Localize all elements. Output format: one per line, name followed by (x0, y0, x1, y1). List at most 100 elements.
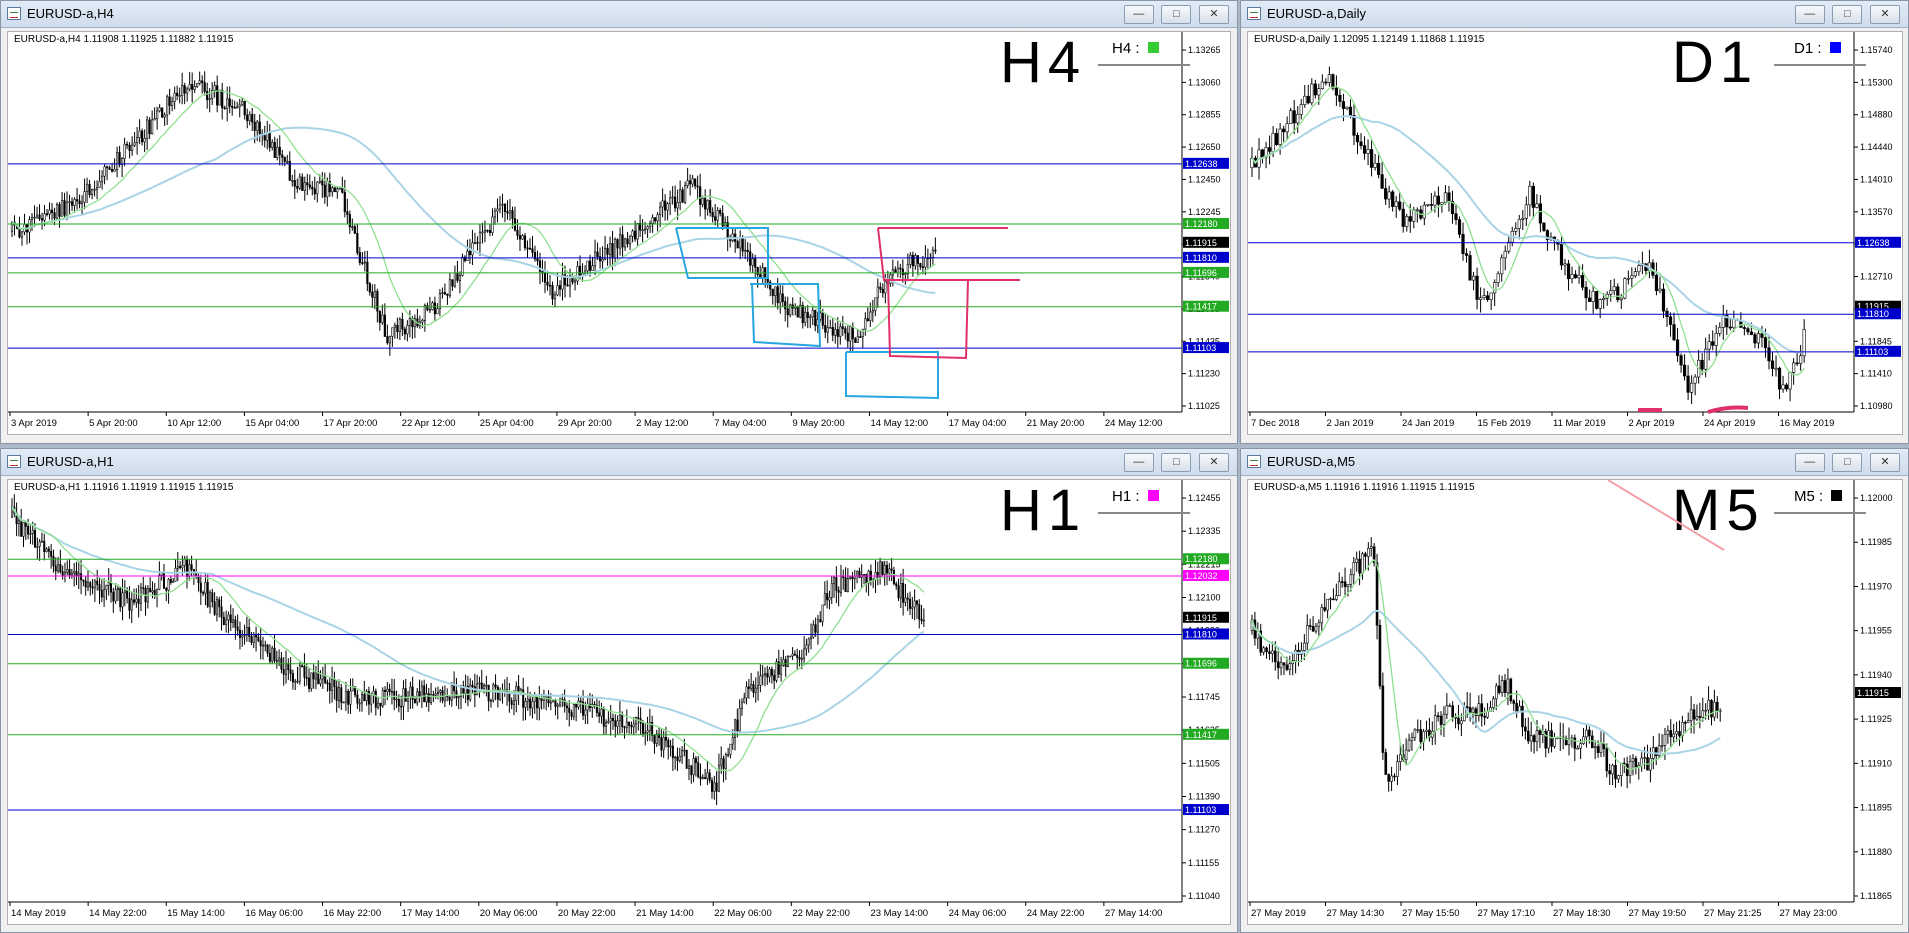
candle-body (1296, 113, 1300, 124)
candle-body (199, 582, 202, 593)
candle-body (540, 698, 543, 701)
moving-average-slow (1251, 115, 1805, 354)
candle-body (1451, 705, 1454, 718)
chart-window-h1[interactable]: EURUSD-a,H1 — □ ✕ 1.12455 1.12335 1.12215 1… (0, 448, 1238, 933)
minimize-button[interactable]: — (1123, 453, 1154, 472)
chart-window-d1[interactable]: EURUSD-a,Daily — □ ✕ 1.15740 1.15300 1.148… (1240, 0, 1909, 444)
candle-body (82, 579, 85, 582)
chart-window-m5[interactable]: EURUSD-a,M5 — □ ✕ 1.12000 1.11985 1.11970 1… (1240, 448, 1909, 933)
candle-body (291, 673, 294, 683)
candle-body (664, 200, 667, 211)
time-tick-label: 27 May 23:00 (1780, 908, 1838, 919)
candle-body (68, 569, 71, 576)
candle-body (451, 279, 454, 287)
candle-body (110, 169, 114, 172)
candle-body (358, 702, 361, 705)
candle-body (321, 180, 324, 186)
candle-body (1628, 761, 1632, 776)
candle-body (1626, 277, 1630, 280)
window-titlebar[interactable]: EURUSD-a,H4 — □ ✕ (1, 1, 1237, 28)
minimize-button[interactable]: — (1794, 5, 1825, 24)
candle-body (1559, 244, 1564, 266)
candle-body (341, 187, 344, 193)
candle-body (508, 692, 511, 702)
candle-body (448, 279, 452, 296)
handwritten-timeframe: H4 (1000, 32, 1080, 95)
candle-body (209, 592, 212, 607)
candle-body (123, 143, 126, 159)
minimize-button[interactable]: — (1794, 453, 1825, 472)
candle-body (1422, 204, 1426, 219)
candle-body (1285, 664, 1289, 670)
candle-body (476, 242, 479, 244)
candle-body (276, 146, 279, 158)
chart-area[interactable]: 1.13265 1.13060 1.12855 1.12650 1.12450 1.122… (7, 31, 1231, 435)
candle-body (1282, 128, 1286, 133)
candle-body (630, 725, 633, 728)
candle-body (841, 326, 844, 329)
window-titlebar[interactable]: EURUSD-a,M5 — □ ✕ (1241, 449, 1908, 476)
candle-body (1713, 701, 1716, 718)
candle-body (296, 680, 299, 683)
candle-body (480, 682, 483, 689)
candle-body (1405, 216, 1409, 227)
candle-body (729, 743, 732, 755)
candle-body (220, 606, 223, 618)
maximize-button[interactable]: □ (1161, 5, 1192, 24)
candle-body (821, 604, 824, 623)
minimize-button[interactable]: — (1123, 5, 1154, 24)
candle-body (641, 722, 644, 734)
chart-area[interactable]: 1.12000 1.11985 1.11970 1.11955 1.11940 1.119… (1247, 479, 1903, 925)
candle-body (143, 138, 146, 143)
candle-body (1489, 292, 1493, 300)
candle-body (1445, 705, 1449, 715)
maximize-button[interactable]: □ (1832, 5, 1863, 24)
candle-body (168, 96, 171, 106)
candle-body (879, 286, 882, 290)
candle-body (1465, 706, 1469, 708)
badge-underline (1098, 512, 1190, 514)
candle-body (98, 584, 101, 591)
price-tick-label: 1.11895 (1860, 803, 1892, 813)
candle-body (771, 288, 774, 296)
maximize-button[interactable]: □ (1832, 453, 1863, 472)
candle-body (676, 756, 679, 761)
time-tick-label: 7 Dec 2018 (1251, 418, 1300, 429)
window-titlebar[interactable]: EURUSD-a,H1 — □ ✕ (1, 449, 1237, 476)
candle-body (225, 619, 228, 625)
time-tick-label: 3 Apr 2019 (11, 418, 57, 429)
close-button[interactable]: ✕ (1870, 453, 1900, 472)
maximize-button[interactable]: □ (1161, 453, 1192, 472)
price-level-label: 1.11915 (1185, 238, 1217, 248)
candle-body (577, 700, 580, 708)
candle-body (1494, 685, 1498, 700)
candle-body (618, 234, 622, 249)
candle-body (1792, 362, 1796, 373)
candle-body (1616, 286, 1620, 301)
candle-body (95, 187, 99, 190)
close-button[interactable]: ✕ (1199, 453, 1229, 472)
candle-body (812, 624, 815, 638)
candle-body (1509, 678, 1513, 702)
chart-area[interactable]: 1.124551.123351.122151.121001.119801.118… (7, 479, 1231, 925)
candle-body (1756, 333, 1761, 344)
window-titlebar[interactable]: EURUSD-a,Daily — □ ✕ (1241, 1, 1908, 28)
candle-body (29, 533, 32, 535)
candle-body (181, 565, 184, 569)
candle-body (768, 668, 771, 678)
candle-body (346, 211, 349, 215)
chart-window-h4[interactable]: EURUSD-a,H4 — □ ✕ 1.13265 1.13060 1.12855 1… (0, 0, 1238, 444)
candle-body (919, 263, 922, 267)
chart-area[interactable]: 1.15740 1.15300 1.14880 1.14440 1.14010 1.135… (1247, 31, 1903, 435)
close-button[interactable]: ✕ (1870, 5, 1900, 24)
time-tick-label: 16 May 06:00 (245, 908, 303, 919)
close-button[interactable]: ✕ (1199, 5, 1229, 24)
candle-body (1454, 213, 1458, 220)
time-tick-label: 27 May 19:50 (1629, 908, 1687, 919)
candle-body (786, 656, 789, 667)
candle-body (386, 688, 389, 692)
price-level-label: 1.11103 (1185, 343, 1216, 353)
candle-body (190, 564, 193, 570)
candle-body (1443, 192, 1448, 203)
candle-body (377, 702, 380, 708)
